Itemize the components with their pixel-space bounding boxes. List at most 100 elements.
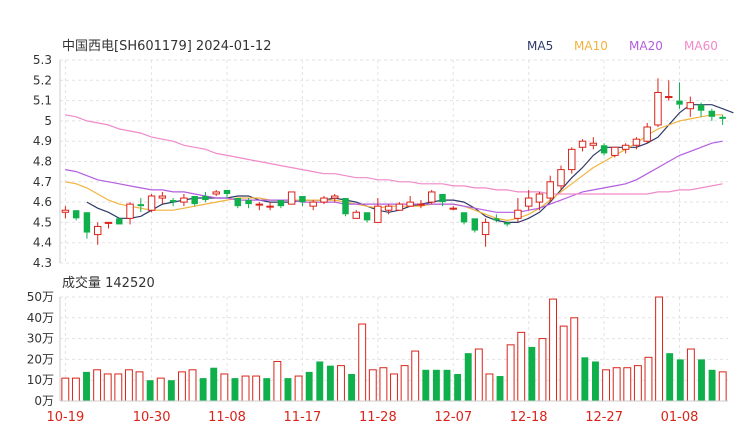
volume-tick-label: 10万 <box>27 373 54 387</box>
candle <box>611 146 619 158</box>
candle-body <box>104 221 113 224</box>
candle <box>514 198 522 223</box>
date-tick-label: 11-17 <box>284 410 322 425</box>
volume-bar <box>570 317 579 402</box>
volume-bar <box>379 367 388 402</box>
candle <box>524 189 533 211</box>
candle <box>147 193 156 213</box>
volume-bar <box>358 323 367 402</box>
volume-bar <box>71 377 80 402</box>
candle <box>471 218 479 233</box>
volume-bar <box>348 373 356 401</box>
candle <box>116 218 123 225</box>
candle-body <box>557 169 565 187</box>
candle-body <box>363 212 371 221</box>
volume-bar <box>443 369 451 401</box>
candle <box>557 165 565 190</box>
price-tick-label: 4.4 <box>33 236 52 250</box>
candle-body <box>72 210 80 219</box>
candle <box>61 206 70 219</box>
volume-bar <box>464 353 472 401</box>
date-tick-label: 01-08 <box>661 410 699 425</box>
candle-body <box>568 148 576 171</box>
volume-bar <box>252 375 261 402</box>
candle <box>352 210 361 219</box>
candle-body <box>654 91 662 126</box>
volume-bar <box>559 325 568 402</box>
candle <box>266 202 274 211</box>
volume-bar <box>602 369 611 402</box>
candle <box>568 147 576 174</box>
date-tick-label: 11-08 <box>208 410 246 425</box>
volume-bar <box>517 331 526 402</box>
volume-bar <box>284 378 292 401</box>
legend: MA5 MA10 MA20 MA60 <box>527 39 718 53</box>
candle <box>686 96 695 117</box>
candle <box>137 198 145 213</box>
candle-body <box>427 191 436 203</box>
volume-bar <box>124 369 133 402</box>
candle <box>417 200 425 209</box>
legend-ma5: MA5 <box>527 39 553 53</box>
candle <box>363 212 371 223</box>
chart-title: 中国西电[SH601179] 2024-01-12 <box>62 39 271 54</box>
volume-bar <box>83 371 90 401</box>
volume-bar <box>231 378 239 401</box>
volume-bar <box>103 373 112 402</box>
volume-bar <box>666 353 674 401</box>
candle <box>191 196 198 207</box>
candle <box>654 78 662 127</box>
legend-ma10: MA10 <box>574 39 608 53</box>
date-tick-label: 12-27 <box>585 410 623 425</box>
candle <box>104 221 113 229</box>
candle <box>578 139 587 152</box>
candle-body <box>493 218 500 221</box>
candle-body <box>266 205 274 208</box>
volume-bar <box>496 376 504 401</box>
volume-bar <box>167 380 175 401</box>
candle-body <box>578 140 587 148</box>
candle <box>255 202 264 211</box>
candle <box>234 198 242 209</box>
candle-body <box>223 189 231 194</box>
candle-body <box>299 196 306 203</box>
volume-bar <box>612 367 621 402</box>
volume-bar <box>326 365 334 401</box>
volume-bar <box>61 377 70 402</box>
candle-body <box>384 205 393 211</box>
candle-body <box>417 203 425 206</box>
volume-bar <box>241 375 250 402</box>
candle-body <box>535 193 544 203</box>
volume-bar <box>400 365 409 402</box>
volume-bar <box>188 369 197 402</box>
candle-body <box>395 203 404 211</box>
candle <box>676 82 683 109</box>
candle-body <box>342 198 349 215</box>
candle <box>277 200 285 209</box>
legend-ma60: MA60 <box>684 39 718 53</box>
volume-bar <box>432 369 440 401</box>
price-tick-label: 5 <box>44 114 52 128</box>
volume-bar <box>485 373 494 402</box>
candle-body <box>460 212 468 223</box>
candle-body <box>212 191 220 195</box>
candle-body <box>137 204 145 207</box>
price-tick-label: 5.2 <box>33 73 52 87</box>
candle <box>665 80 673 101</box>
volume-bar <box>644 356 653 402</box>
volume-bar <box>633 365 642 402</box>
price-tick-label: 4.5 <box>33 215 52 229</box>
volume-bar <box>273 360 282 402</box>
volume-bar <box>454 373 462 401</box>
candle-body <box>514 209 522 219</box>
volume-bar <box>368 369 377 402</box>
volume-bar <box>538 338 547 402</box>
volume-bar <box>220 373 229 402</box>
candle-body <box>621 144 630 150</box>
candle <box>719 114 726 125</box>
candle <box>212 189 220 197</box>
volume-bar <box>305 371 313 401</box>
volume-bar <box>93 369 102 402</box>
candle <box>126 202 134 225</box>
candle-body <box>611 146 619 156</box>
